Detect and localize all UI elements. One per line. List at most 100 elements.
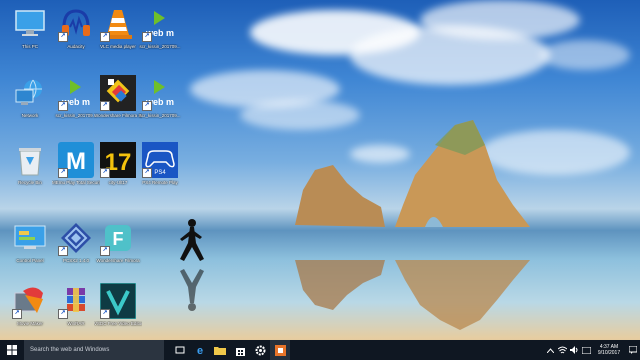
desktop-icon-label: PCSX2 1.4.0 <box>62 258 89 263</box>
desktop-icon-recycle-bin[interactable]: Recycle Bin <box>6 142 54 196</box>
desktop-icon-city-ult17[interactable]: 17 ↗ city-Ult17 <box>94 142 142 196</box>
vsdc-icon: ↗ <box>100 283 136 319</box>
store-bag-icon <box>235 347 245 356</box>
desktop-icon-label: scr_kissin_201709... <box>139 44 181 49</box>
shortcut-arrow-icon: ↗ <box>58 32 68 42</box>
taskbar-filmora-scrn[interactable] <box>270 340 290 360</box>
desktop-icon-vsdc-free-video-editor[interactable]: ↗ VSDC Free Video Editor <box>94 283 142 337</box>
desktop-icon-label: scr_kissin_201709... <box>55 113 97 118</box>
taskbar-settings[interactable] <box>250 340 270 360</box>
webm-file-icon: web m ↗ <box>142 6 178 42</box>
shortcut-arrow-icon: ↗ <box>58 101 68 111</box>
shortcut-arrow-icon: ↗ <box>100 309 110 319</box>
control-panel-icon <box>12 220 48 256</box>
desktop-icon-this-pc[interactable]: This PC <box>6 6 54 60</box>
movie-maker-icon: ↗ <box>12 283 48 319</box>
recorder-icon <box>274 344 286 356</box>
monitor-icon <box>12 6 48 42</box>
input-indicator[interactable] <box>580 340 592 360</box>
desktop-icon-winrar[interactable]: ↗ WinRAR <box>52 283 100 337</box>
winrar-icon: ↗ <box>58 283 94 319</box>
recycle-bin-icon <box>12 142 48 178</box>
task-view-button[interactable] <box>170 340 190 360</box>
gear-icon <box>255 345 265 355</box>
shortcut-arrow-icon: ↗ <box>12 309 22 319</box>
taskbar-edge[interactable]: e <box>190 340 210 360</box>
system-tray: 4:37 AM 9/10/2017 <box>544 340 640 360</box>
windows-logo-icon <box>7 345 17 355</box>
desktop-icon-label: Recycle Bin <box>18 180 42 185</box>
shortcut-arrow-icon: ↗ <box>58 309 68 319</box>
desktop-icon-memu-play-total-security-360[interactable]: M↗ MEmu Play Total Security 360 <box>52 142 100 196</box>
desktop-icon-network[interactable]: Network <box>6 75 54 129</box>
keyboard-icon <box>581 346 591 354</box>
desktop-icon-area: This PC ↗ Audacity ↗ VLC media player web m ↗ s… <box>0 0 640 340</box>
network-status[interactable] <box>556 340 568 360</box>
notification-icon <box>629 346 637 354</box>
desktop-icon-label: VLC media player <box>100 44 136 49</box>
desktop-icon-label: VSDC Free Video Editor <box>94 321 142 326</box>
number-17-icon: 17 ↗ <box>100 142 136 178</box>
desktop-icon-label: Movie Maker <box>17 321 43 326</box>
desktop-icon-wondershare-filmora[interactable]: F ↗ Wondershare Filmora <box>94 220 142 274</box>
desktop-icon-label: This PC <box>21 44 38 49</box>
desktop-icon-vlc-media-player[interactable]: ↗ VLC media player <box>94 6 142 60</box>
desktop-icon-label: Wondershare Filmora Scrn <box>94 113 142 118</box>
shortcut-arrow-icon: ↗ <box>142 168 152 178</box>
shortcut-arrow-icon: ↗ <box>58 168 68 178</box>
webm-file-icon: web m ↗ <box>58 75 94 111</box>
chevron-up-icon <box>546 347 554 353</box>
edge-icon: e <box>197 345 203 356</box>
shortcut-arrow-icon: ↗ <box>100 246 110 256</box>
shortcut-arrow-icon: ↗ <box>100 168 110 178</box>
desktop-icon-label: Audacity <box>67 44 85 49</box>
webm-file-icon: web m ↗ <box>142 75 178 111</box>
desktop-icon-scr-kissin-201709[interactable]: web m ↗ scr_kissin_201709... <box>52 75 100 129</box>
network-icon <box>12 75 48 111</box>
desktop-icon-label: Control Panel <box>16 258 44 263</box>
svg-text:e: e <box>197 345 203 356</box>
desktop-icon-label: city-Ult17 <box>108 180 128 185</box>
task-view-icon <box>175 346 185 354</box>
shortcut-arrow-icon: ↗ <box>100 32 110 42</box>
filmora-icon: F ↗ <box>100 220 136 256</box>
pcsx2-icon: ↗ <box>58 220 94 256</box>
desktop-icon-label: PS4 Remote Play <box>142 180 178 185</box>
taskbar-file-explorer[interactable] <box>210 340 230 360</box>
m-app-icon: M ↗ <box>58 142 94 178</box>
folder-icon <box>214 347 226 355</box>
ps4-gamepad-icon: PS4 ↗ <box>142 142 178 178</box>
start-button[interactable] <box>0 340 24 360</box>
show-hidden-icons[interactable] <box>544 340 556 360</box>
desktop-icon-label: scr_kissin_201709... <box>139 113 181 118</box>
shortcut-arrow-icon: ↗ <box>58 246 68 256</box>
svg-text:PS4: PS4 <box>154 170 166 176</box>
desktop-icon-ps4-remote-play[interactable]: PS4 ↗ PS4 Remote Play <box>136 142 184 196</box>
taskbar-store[interactable] <box>230 340 250 360</box>
volume-control[interactable] <box>568 340 580 360</box>
desktop-icon-label: MEmu Play Total Security 360 <box>52 180 100 185</box>
search-box[interactable]: Search the web and Windows <box>24 340 164 360</box>
speaker-icon <box>569 346 577 354</box>
desktop-icon-label: Wondershare Filmora <box>96 258 140 263</box>
traffic-cone-icon: ↗ <box>100 6 136 42</box>
shortcut-arrow-icon: ↗ <box>142 32 152 42</box>
svg-text:F: F <box>113 229 124 249</box>
svg-text:M: M <box>66 148 86 175</box>
desktop-icon-label: WinRAR <box>67 321 85 326</box>
desktop-icon-audacity[interactable]: ↗ Audacity <box>52 6 100 60</box>
desktop-icon-wondershare-filmora-scrn[interactable]: ↗ Wondershare Filmora Scrn <box>94 75 142 129</box>
headphones-icon: ↗ <box>58 6 94 42</box>
action-center-button[interactable] <box>626 340 640 360</box>
taskbar: Search the web and Windows e 4:37 AM 9/1… <box>0 340 640 360</box>
desktop-icon-scr-kissin-201709[interactable]: web m ↗ scr_kissin_201709... <box>136 75 184 129</box>
clock-date: 9/10/2017 <box>597 350 621 356</box>
desktop-icon-movie-maker[interactable]: ↗ Movie Maker <box>6 283 54 337</box>
taskbar-clock[interactable]: 4:37 AM 9/10/2017 <box>592 340 626 360</box>
desktop-icon-control-panel[interactable]: Control Panel <box>6 220 54 274</box>
desktop-icon-label: Network <box>21 113 39 118</box>
desktop-icon-scr-kissin-201709[interactable]: web m ↗ scr_kissin_201709... <box>136 6 184 60</box>
shortcut-arrow-icon: ↗ <box>100 101 110 111</box>
desktop-icon-pcsx2-1-4-0[interactable]: ↗ PCSX2 1.4.0 <box>52 220 100 274</box>
wifi-icon <box>557 346 567 354</box>
